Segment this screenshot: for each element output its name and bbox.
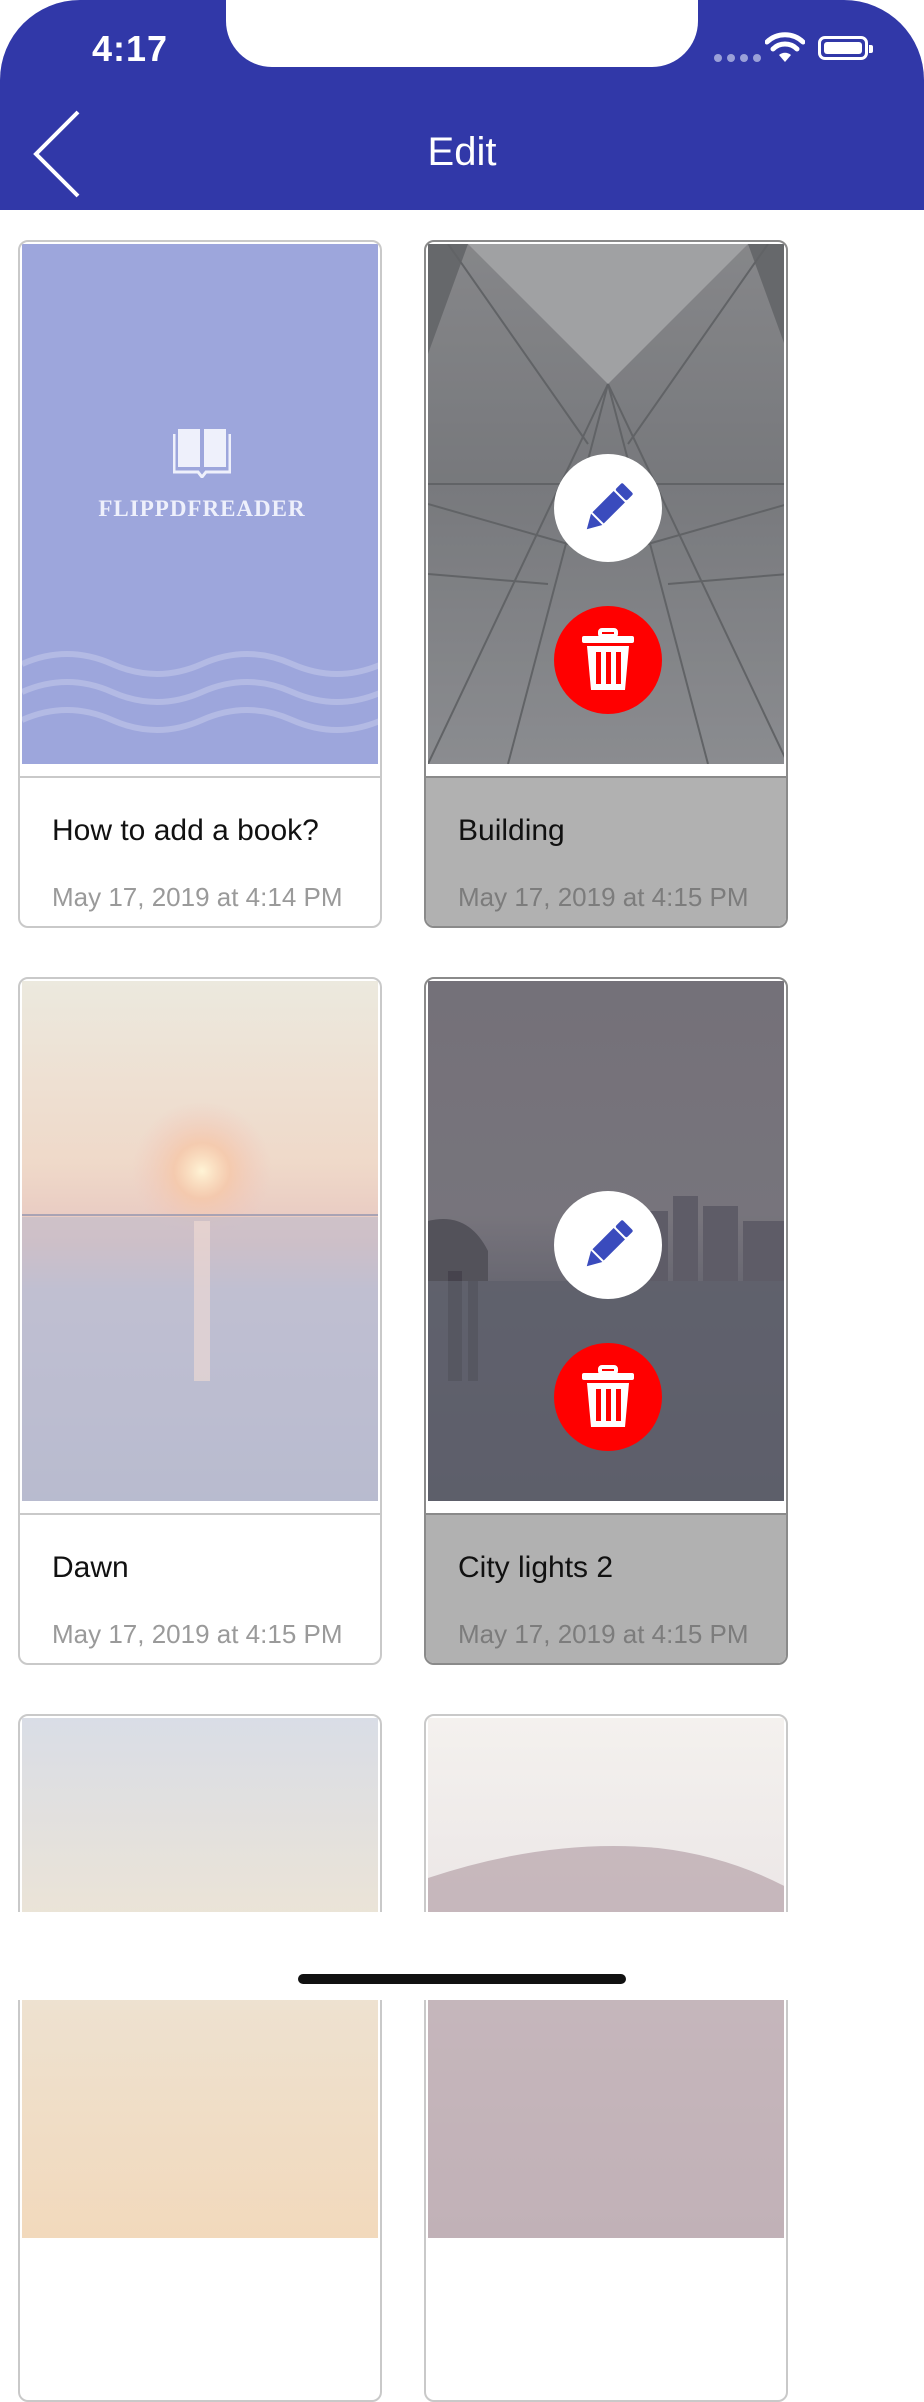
book-card[interactable]	[18, 1714, 382, 2402]
book-title: Building	[458, 814, 565, 847]
page-title: Edit	[427, 130, 497, 174]
delete-button[interactable]	[554, 1343, 662, 1451]
book-cover: FLIPPDFREADER	[22, 244, 378, 764]
book-title: City lights 2	[458, 1551, 614, 1584]
navigation-header: 4:17 Edit	[0, 0, 924, 210]
book-date: May 17, 2019 at 4:15 PM	[458, 1619, 749, 1649]
battery-icon	[818, 36, 873, 60]
book-date: May 17, 2019 at 4:15 PM	[52, 1619, 343, 1649]
bottom-safe-area	[0, 1912, 924, 2000]
book-card[interactable]: Dawn May 17, 2019 at 4:15 PM	[18, 977, 382, 1665]
pencil-icon	[586, 483, 633, 530]
book-cover	[22, 981, 378, 1501]
book-title: Dawn	[52, 1551, 129, 1584]
book-date: May 17, 2019 at 4:14 PM	[52, 882, 343, 912]
edit-button[interactable]	[554, 1191, 662, 1299]
open-book-icon	[173, 429, 231, 478]
book-card[interactable]	[424, 1714, 788, 2402]
pencil-icon	[586, 1220, 633, 1267]
book-info: Dawn May 17, 2019 at 4:15 PM	[20, 1513, 380, 1663]
edit-button[interactable]	[554, 454, 662, 562]
wifi-icon	[765, 32, 805, 62]
book-date: May 17, 2019 at 4:15 PM	[458, 882, 749, 912]
status-time: 4:17	[92, 28, 169, 69]
book-cover	[428, 981, 784, 1501]
delete-button[interactable]	[554, 606, 662, 714]
book-info: How to add a book? May 17, 2019 at 4:14 …	[20, 776, 380, 926]
trash-icon	[582, 1365, 634, 1427]
book-card[interactable]: City lights 2 May 17, 2019 at 4:15 PM	[424, 977, 788, 1665]
sunset-illustration	[22, 1101, 378, 1501]
book-info: City lights 2 May 17, 2019 at 4:15 PM	[426, 1513, 786, 1663]
cellular-signal-icon	[714, 54, 761, 62]
book-title: How to add a book?	[52, 814, 319, 847]
book-info: Building May 17, 2019 at 4:15 PM	[426, 776, 786, 926]
device-notch	[226, 0, 698, 67]
book-card[interactable]: FLIPPDFREADER How to add a book? May 17,…	[18, 240, 382, 928]
cover-logo-text: FLIPPDFREADER	[98, 496, 306, 521]
book-cover	[428, 244, 784, 764]
book-card[interactable]: Building May 17, 2019 at 4:15 PM	[424, 240, 788, 928]
home-indicator[interactable]	[298, 1974, 626, 1984]
trash-icon	[582, 628, 634, 690]
